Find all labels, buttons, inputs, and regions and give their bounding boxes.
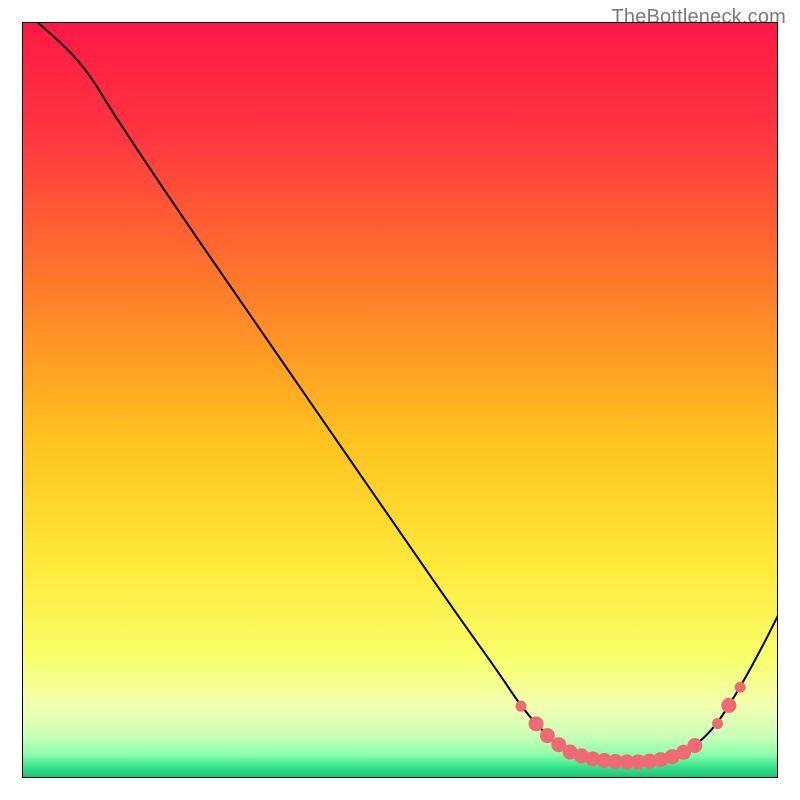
curve-marker (687, 738, 702, 753)
curve-marker (712, 718, 723, 729)
curve-marker (721, 698, 736, 713)
chart-svg (22, 22, 778, 778)
curve-marker (529, 716, 544, 731)
curve-marker (735, 682, 746, 693)
plot-area (22, 22, 778, 778)
gradient-background (22, 22, 778, 778)
chart-container: TheBottleneck.com (0, 0, 800, 800)
curve-marker (515, 701, 526, 712)
